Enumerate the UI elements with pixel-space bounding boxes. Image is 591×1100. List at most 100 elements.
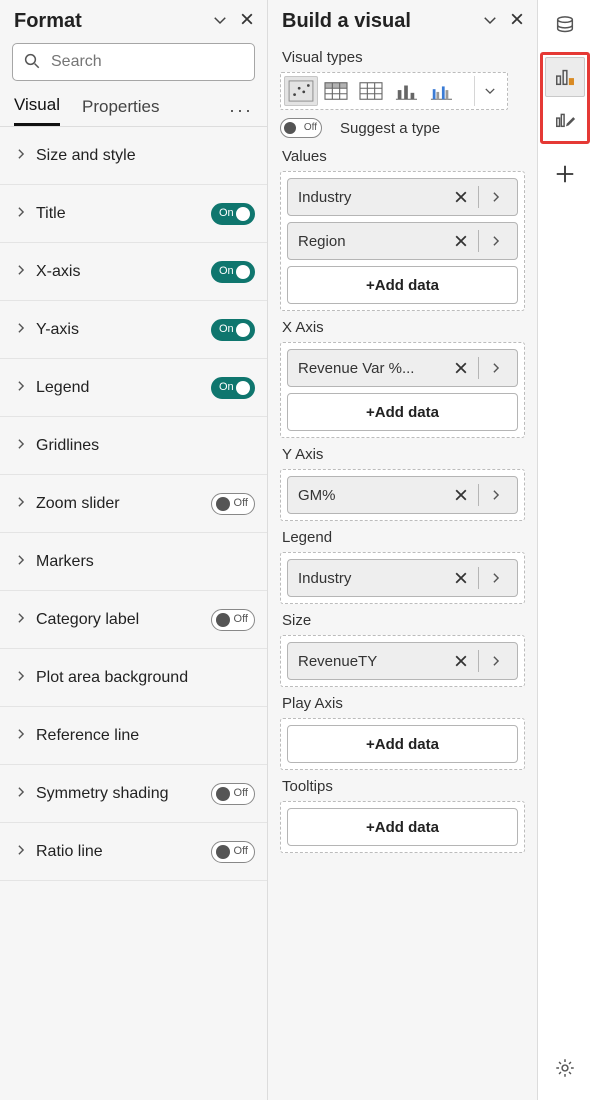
toggle[interactable]: On — [211, 377, 255, 399]
well-label: Size — [282, 612, 525, 629]
chevron-right-icon — [14, 205, 28, 222]
toggle[interactable]: On — [211, 319, 255, 341]
divider-icon — [478, 357, 479, 379]
visual-type-column[interactable] — [389, 76, 423, 106]
suggest-toggle[interactable]: Off — [280, 118, 322, 138]
tab-more-button[interactable]: ··· — [229, 100, 253, 121]
format-row-label: Symmetry shading — [36, 785, 203, 803]
field-pill[interactable]: RevenueTY — [287, 642, 518, 680]
field-well[interactable]: +Add data — [280, 718, 525, 770]
format-row[interactable]: Plot area background — [0, 649, 267, 707]
format-row-label: Y-axis — [36, 321, 203, 339]
format-row[interactable]: Zoom sliderOff — [0, 475, 267, 533]
chevron-right-icon — [14, 437, 28, 454]
add-data-button[interactable]: +Add data — [287, 725, 518, 763]
build-header: Build a visual — [268, 0, 537, 37]
collapse-build-button[interactable] — [481, 11, 499, 32]
field-menu-button[interactable] — [481, 354, 511, 382]
collapse-format-button[interactable] — [211, 11, 229, 32]
well-label: Values — [282, 148, 525, 165]
field-well[interactable]: RevenueTY — [280, 635, 525, 687]
format-header: Format — [0, 0, 267, 37]
toggle[interactable]: On — [211, 203, 255, 225]
rail-data-icon[interactable] — [545, 6, 585, 46]
remove-field-button[interactable] — [446, 354, 476, 382]
close-format-button[interactable] — [239, 11, 255, 32]
field-menu-button[interactable] — [481, 647, 511, 675]
field-well[interactable]: +Add data — [280, 801, 525, 853]
field-well[interactable]: Industry — [280, 552, 525, 604]
remove-field-button[interactable] — [446, 564, 476, 592]
toggle-text: On — [219, 265, 234, 277]
field-pill[interactable]: Region — [287, 222, 518, 260]
tab-properties[interactable]: Properties — [82, 97, 159, 125]
format-row[interactable]: Category labelOff — [0, 591, 267, 649]
format-row[interactable]: TitleOn — [0, 185, 267, 243]
field-well[interactable]: Revenue Var %... +Add data — [280, 342, 525, 438]
rail-settings-icon[interactable] — [545, 1048, 585, 1088]
format-row[interactable]: Symmetry shading Off — [0, 765, 267, 823]
remove-field-button[interactable] — [446, 227, 476, 255]
field-menu-button[interactable] — [481, 481, 511, 509]
add-data-button[interactable]: +Add data — [287, 266, 518, 304]
toggle-text: Off — [234, 787, 248, 799]
chevron-right-icon — [14, 669, 28, 686]
well-label: Tooltips — [282, 778, 525, 795]
toggle[interactable]: Off — [211, 609, 255, 631]
format-pane: Format Visual Properties ··· — [0, 0, 268, 1100]
close-build-button[interactable] — [509, 11, 525, 32]
add-data-button[interactable]: +Add data — [287, 393, 518, 431]
field-pill[interactable]: Revenue Var %... — [287, 349, 518, 387]
format-row[interactable]: Gridlines — [0, 417, 267, 475]
field-well[interactable]: Industry Region +Add data — [280, 171, 525, 311]
field-pill[interactable]: Industry — [287, 559, 518, 597]
format-row[interactable]: Y-axis On — [0, 301, 267, 359]
rail-add-icon[interactable] — [545, 154, 585, 194]
field-menu-button[interactable] — [481, 564, 511, 592]
field-pill[interactable]: GM% — [287, 476, 518, 514]
toggle[interactable]: On — [211, 261, 255, 283]
format-tabs: Visual Properties ··· — [0, 91, 267, 126]
format-row[interactable]: Size and style — [0, 127, 267, 185]
visual-type-clustered-column[interactable] — [424, 76, 458, 106]
field-well[interactable]: GM% — [280, 469, 525, 521]
visual-types-expand[interactable] — [474, 76, 504, 106]
search-icon — [23, 52, 41, 73]
format-row-label: Plot area background — [36, 669, 255, 687]
toggle[interactable]: Off — [211, 783, 255, 805]
remove-field-button[interactable] — [446, 183, 476, 211]
format-row[interactable]: Reference line — [0, 707, 267, 765]
chevron-right-icon — [14, 147, 28, 164]
field-menu-button[interactable] — [481, 227, 511, 255]
toggle[interactable]: Off — [211, 493, 255, 515]
remove-field-button[interactable] — [446, 647, 476, 675]
visual-type-table[interactable] — [319, 76, 353, 106]
format-row[interactable]: Markers — [0, 533, 267, 591]
tab-visual[interactable]: Visual — [14, 95, 60, 126]
toggle[interactable]: Off — [211, 841, 255, 863]
visual-type-scatter[interactable] — [284, 76, 318, 106]
visual-types-label: Visual types — [282, 49, 525, 66]
remove-field-button[interactable] — [446, 481, 476, 509]
toggle-text: Off — [234, 613, 248, 625]
visual-type-matrix[interactable] — [354, 76, 388, 106]
well-label: Play Axis — [282, 695, 525, 712]
search-input[interactable] — [49, 52, 244, 72]
divider-icon — [478, 567, 479, 589]
format-row[interactable]: X-axisOn — [0, 243, 267, 301]
side-icon-rail — [538, 0, 591, 1100]
divider-icon — [478, 484, 479, 506]
rail-build-icon[interactable] — [545, 57, 585, 97]
chevron-right-icon — [14, 785, 28, 802]
field-pill[interactable]: Industry — [287, 178, 518, 216]
format-row[interactable]: Ratio lineOff — [0, 823, 267, 881]
field-menu-button[interactable] — [481, 183, 511, 211]
field-pill-label: Region — [298, 233, 446, 250]
rail-format-icon[interactable] — [545, 99, 585, 139]
visual-types-row — [280, 72, 508, 110]
chevron-right-icon — [14, 553, 28, 570]
add-data-button[interactable]: +Add data — [287, 808, 518, 846]
format-row[interactable]: LegendOn — [0, 359, 267, 417]
search-input-wrapper[interactable] — [12, 43, 255, 81]
suggest-label: Suggest a type — [340, 120, 440, 137]
